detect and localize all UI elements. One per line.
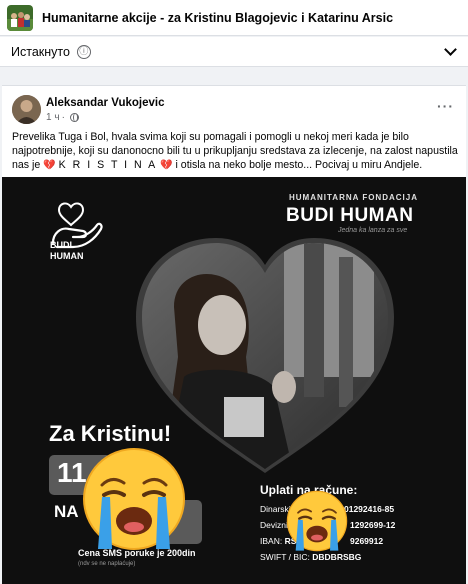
post-author[interactable]: Aleksandar Vukojevic — [46, 97, 164, 109]
group-name[interactable]: Humanitarne akcije - za Kristinu Blagoje… — [42, 11, 393, 25]
featured-label: Истакнуто — [11, 44, 70, 59]
sms-note: (ndv se ne naplaćuje) — [78, 561, 136, 567]
globe-icon — [69, 113, 79, 122]
account-value: 1292699-12 — [350, 520, 396, 530]
account-value-2: 9269912 — [350, 536, 384, 546]
logo-text-line2: HUMAN — [50, 251, 84, 261]
crying-emoji — [83, 448, 185, 550]
post-text-part2: i otisla na neko bolje mesto... Pocivaj … — [175, 159, 423, 171]
post-card: Aleksandar Vukojevic 1 ч · ··· Prevelika… — [2, 85, 466, 584]
post-text: Prevelika Tuga i Bol, hvala svima koji s… — [12, 130, 458, 173]
logo-text: BUDI HUMAN — [50, 240, 84, 262]
post-meta: 1 ч · — [46, 112, 79, 123]
org-subtitle: HUMANITARNA FONDACIJA — [289, 193, 418, 202]
logo-text-line1: BUDI — [50, 240, 72, 250]
post-image[interactable]: BUDI HUMAN HUMANITARNA FONDACIJA BUDI HU… — [2, 177, 466, 584]
post-time[interactable]: 1 ч — [46, 112, 60, 123]
featured-bar: Истакнуто ⓘ — [0, 37, 468, 67]
chevron-down-icon[interactable] — [444, 43, 457, 56]
broken-heart-icon: 💔 — [160, 160, 173, 171]
headline: Za Kristinu! — [49, 421, 172, 446]
heart-photo — [136, 238, 394, 473]
group-thumbnail[interactable] — [7, 4, 33, 31]
na-label: NA — [54, 502, 79, 521]
post-text-name: K R I S T I N A — [58, 159, 158, 171]
meta-separator: · — [61, 112, 65, 123]
account-label: SWIFT / BIC: — [260, 552, 313, 562]
org-name: BUDI HUMAN — [286, 205, 414, 226]
info-icon[interactable]: ⓘ — [76, 44, 91, 59]
account-value: 01292416-85 — [344, 504, 395, 514]
broken-heart-icon: 💔 — [43, 160, 56, 171]
more-icon[interactable]: ··· — [437, 98, 454, 114]
org-tagline: Jedna ka lanza za sve — [338, 227, 408, 234]
group-header: Humanitarne akcije - za Kristinu Blagoje… — [0, 0, 468, 36]
avatar[interactable] — [12, 95, 41, 124]
crying-emoji — [286, 490, 348, 552]
account-value: DBDBRSBG — [312, 552, 362, 562]
account-row: SWIFT / BIC: DBDBRSBG — [260, 552, 361, 562]
account-label: IBAN: — [260, 536, 285, 546]
